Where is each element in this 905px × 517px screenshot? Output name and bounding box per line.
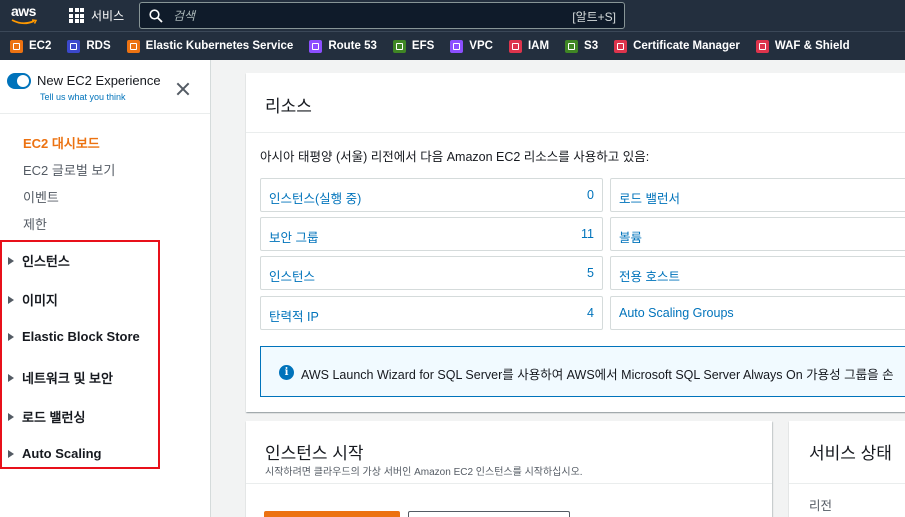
resource-count: 5 (587, 266, 594, 280)
aws-smile-icon (11, 19, 38, 25)
info-alert: i AWS Launch Wizard for SQL Server를 사용하여… (260, 346, 905, 397)
iam-icon (508, 39, 522, 53)
resource-count: 4 (587, 306, 594, 320)
region-label: 리전 (809, 499, 833, 513)
grid-menu-icon (69, 8, 84, 23)
services-menu-button[interactable]: 서비스 (69, 7, 124, 24)
favorite-rds[interactable]: RDS (67, 39, 111, 53)
favorite-label: Elastic Kubernetes Service (145, 40, 294, 52)
resource-card-security-groups[interactable]: 보안 그룹 11 (260, 217, 603, 251)
favorite-label: IAM (527, 40, 550, 52)
favorite-s3[interactable]: S3 (565, 39, 599, 53)
efs-icon (392, 39, 406, 53)
favorite-route53[interactable]: Route 53 (309, 39, 377, 53)
search-icon (149, 8, 163, 23)
favorite-label: RDS (86, 40, 111, 52)
route53-icon (309, 39, 323, 53)
resource-count: 11 (581, 227, 594, 241)
aws-logo-text: aws (11, 3, 36, 19)
panel-divider (789, 483, 905, 484)
favorite-label: EFS (411, 40, 435, 52)
launch-instance-panel: 인스턴스 시작 시작하려면 클라우드의 가상 서버인 Amazon EC2 인스… (246, 421, 772, 517)
acm-icon (614, 39, 628, 53)
resource-label: 인스턴스(실행 중) (269, 192, 362, 206)
resource-card-dedicated-hosts[interactable]: 전용 호스트 (610, 256, 905, 290)
info-icon: i (279, 365, 294, 380)
sidebar-divider (0, 113, 210, 114)
sidebar-item-limits[interactable]: 제한 (23, 214, 47, 233)
favorite-iam[interactable]: IAM (508, 39, 550, 53)
resource-card-load-balancers[interactable]: 로드 밸런서 (610, 178, 905, 212)
panel-divider (246, 132, 905, 133)
feedback-link[interactable]: Tell us what you think (40, 92, 126, 102)
sidebar-item-ec2-dashboard[interactable]: EC2 대시보드 (23, 133, 100, 152)
migrate-server-button[interactable] (408, 511, 570, 517)
vpc-icon (450, 39, 464, 53)
resource-card-elastic-ips[interactable]: 탄력적 IP 4 (260, 296, 603, 330)
sidebar-item-events[interactable]: 이벤트 (23, 187, 59, 206)
new-experience-toggle[interactable] (7, 73, 31, 89)
resource-label: 볼륨 (619, 231, 643, 245)
favorite-efs[interactable]: EFS (392, 39, 435, 53)
resources-panel: 리소스 아시아 태평양 (서울) 리전에서 다음 Amazon EC2 리소스를… (246, 73, 905, 412)
panel-divider (246, 483, 772, 484)
favorite-vpc[interactable]: VPC (450, 39, 493, 53)
resource-label: 인스턴스 (269, 270, 316, 284)
new-experience-title: New EC2 Experience (37, 73, 161, 88)
launch-instance-button[interactable] (264, 511, 400, 517)
search-shortcut-hint: [알트+S] (572, 10, 616, 24)
launch-instance-title: 인스턴스 시작 (265, 444, 364, 463)
aws-logo[interactable]: aws (11, 4, 41, 26)
service-status-title: 서비스 상태 (809, 444, 892, 463)
resource-label: 로드 밸런서 (619, 192, 680, 206)
services-label: 서비스 (91, 9, 125, 23)
eks-icon (126, 39, 140, 53)
resource-label: 전용 호스트 (619, 270, 680, 284)
info-alert-text: AWS Launch Wizard for SQL Server를 사용하여 A… (301, 368, 894, 382)
favorite-acm[interactable]: Certificate Manager (614, 39, 740, 53)
launch-instance-subtitle: 시작하려면 클라우드의 가상 서버인 Amazon EC2 인스턴스를 시작하십… (265, 467, 583, 478)
resource-label: Auto Scaling Groups (619, 306, 734, 320)
favorite-label: EC2 (29, 40, 52, 52)
favorite-label: Certificate Manager (633, 40, 740, 52)
search-input[interactable] (173, 8, 553, 23)
favorite-label: VPC (469, 40, 493, 52)
favorite-eks[interactable]: Elastic Kubernetes Service (126, 39, 294, 53)
resource-card-running-instances[interactable]: 인스턴스(실행 중) 0 (260, 178, 603, 212)
resource-card-auto-scaling-groups[interactable]: Auto Scaling Groups (610, 296, 905, 330)
resource-count: 0 (587, 188, 594, 202)
rds-icon (67, 39, 81, 53)
s3-icon (565, 39, 579, 53)
favorite-label: Route 53 (328, 40, 377, 52)
resource-label: 탄력적 IP (269, 310, 319, 324)
search-bar[interactable]: [알트+S] (139, 2, 625, 29)
service-status-panel: 서비스 상태 리전 (789, 421, 905, 517)
highlight-annotation-box (0, 240, 160, 469)
favorite-ec2[interactable]: EC2 (10, 39, 52, 53)
ec2-icon (10, 39, 23, 53)
close-icon[interactable] (176, 82, 190, 96)
favorite-label: S3 (584, 40, 599, 52)
waf-icon (755, 39, 769, 53)
resources-description: 아시아 태평양 (서울) 리전에서 다음 Amazon EC2 리소스를 사용하… (260, 150, 650, 164)
top-navigation: aws 서비스 [알트+S] (0, 0, 905, 31)
favorite-waf[interactable]: WAF & Shield (755, 39, 850, 53)
sidebar-item-ec2-global-view[interactable]: EC2 글로벌 보기 (23, 160, 115, 179)
resource-card-volumes[interactable]: 볼륨 (610, 217, 905, 251)
favorite-label: WAF & Shield (774, 40, 850, 52)
resources-title: 리소스 (265, 97, 312, 116)
resource-label: 보안 그룹 (269, 231, 319, 245)
resource-card-instances[interactable]: 인스턴스 5 (260, 256, 603, 290)
favorites-bar: EC2 RDS Elastic Kubernetes Service Route… (0, 31, 905, 60)
